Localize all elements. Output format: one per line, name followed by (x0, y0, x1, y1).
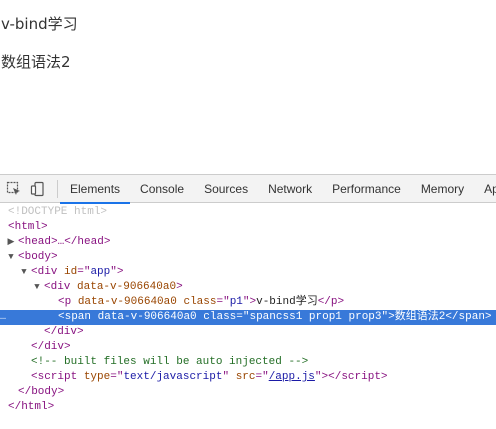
collapse-arrow-icon[interactable]: ▼ (6, 250, 16, 265)
dom-node-p[interactable]: <p data-v-906640a0 class="p1">v-bind学习</… (0, 295, 496, 310)
collapse-arrow-icon[interactable]: ▼ (32, 280, 42, 295)
tab-sources[interactable]: Sources (194, 175, 258, 203)
head-collapsed-tag: <head>…</head> (18, 236, 111, 248)
p-attr-class-name: class (183, 296, 217, 308)
elements-dom-tree: <!DOCTYPE html> <html> ▶ <head>…</head> … (0, 205, 496, 415)
dom-node-div-inner[interactable]: ▼ <div data-v-906640a0> (0, 280, 496, 295)
dom-node-div-inner-close[interactable]: </div> (0, 325, 496, 340)
dom-node-comment[interactable]: <!-- built files will be auto injected -… (0, 355, 496, 370)
span-attr-scope: data-v-906640a0 (97, 311, 197, 323)
dom-node-head[interactable]: ▶ <head>…</head> (0, 235, 496, 250)
dom-node-script[interactable]: <script type="text/javascript" src="/app… (0, 370, 496, 385)
doctype-text: <!DOCTYPE html> (8, 206, 108, 218)
tab-network[interactable]: Network (258, 175, 322, 203)
dom-node-body[interactable]: ▼ <body> (0, 250, 496, 265)
dom-node-div-app[interactable]: ▼ <div id="app"> (0, 265, 496, 280)
dom-node-span-selected[interactable]: … <span data-v-906640a0 class="spancss1 … (0, 310, 496, 325)
p-text-content: v-bind学习 (256, 296, 318, 308)
div-app-tag-name: div (37, 266, 58, 278)
span-attr-class-value: spancss1 prop1 prop3 (249, 311, 382, 323)
div-close-tag: </div> (44, 326, 84, 338)
div-inner-tag-name: div (50, 281, 71, 293)
script-tag-name: script (37, 371, 78, 383)
p-tag-name: p (64, 296, 72, 308)
toolbar-separator (57, 180, 58, 198)
device-toolbar-icon[interactable] (30, 181, 46, 197)
dom-node-doctype[interactable]: <!DOCTYPE html> (0, 205, 496, 220)
devtools-panel: Elements Console Sources Network Perform… (0, 174, 496, 429)
devtools-toolbar: Elements Console Sources Network Perform… (0, 175, 496, 204)
div-app-attr-value: app (90, 266, 111, 278)
body-close-tag: </body> (18, 386, 65, 398)
div-app-attr-name: id (64, 266, 78, 278)
page-span-text: 数组语法2 (1, 53, 71, 71)
div-close-tag: </div> (31, 341, 71, 353)
tab-memory[interactable]: Memory (411, 175, 474, 203)
dom-node-html-close[interactable]: </html> (0, 400, 496, 415)
collapse-arrow-icon[interactable]: ▼ (19, 265, 29, 280)
tab-application[interactable]: App (474, 175, 496, 203)
tab-performance[interactable]: Performance (322, 175, 411, 203)
expand-arrow-icon[interactable]: ▶ (6, 235, 16, 250)
inspect-element-icon[interactable] (6, 181, 22, 197)
span-attr-class-name: class (203, 311, 237, 323)
dom-node-body-close[interactable]: </body> (0, 385, 496, 400)
script-src-link[interactable]: /app.js (269, 371, 315, 383)
page-heading-p1: v-bind学习 (1, 15, 78, 33)
dom-node-html[interactable]: <html> (0, 220, 496, 235)
node-actions-icon[interactable]: … (0, 310, 6, 325)
script-type-attr-name: type (83, 371, 111, 383)
dom-node-div-app-close[interactable]: </div> (0, 340, 496, 355)
script-src-attr-name: src (235, 371, 256, 383)
body-open-tag: <body> (18, 251, 58, 263)
html-open-tag: <html> (8, 221, 48, 233)
span-text-content: 数组语法2 (394, 311, 446, 323)
devtools-tabs: Elements Console Sources Network Perform… (60, 175, 496, 204)
html-close-tag: </html> (8, 401, 55, 413)
span-tag-name: span (64, 311, 92, 323)
script-type-attr-value: text/javascript (123, 371, 223, 383)
page-viewport: v-bind学习 数组语法2 (0, 0, 496, 174)
tab-elements[interactable]: Elements (60, 175, 131, 204)
tab-console[interactable]: Console (130, 175, 194, 203)
div-inner-attr-name: data-v-906640a0 (77, 281, 177, 293)
comment-text: <!-- built files will be auto injected -… (31, 356, 309, 368)
p-attr-scope: data-v-906640a0 (77, 296, 177, 308)
p-attr-class-value: p1 (229, 296, 243, 308)
